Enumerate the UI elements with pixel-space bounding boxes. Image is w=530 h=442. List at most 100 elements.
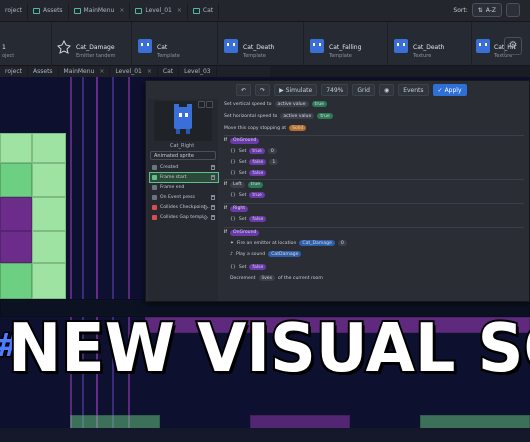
value-pill[interactable]: false: [249, 216, 267, 222]
value-pill[interactable]: false: [249, 264, 267, 270]
trash-icon[interactable]: [211, 165, 215, 170]
tab-label: Assets: [43, 7, 63, 14]
value-pill[interactable]: 0: [267, 148, 277, 154]
event-list: Created Frame start Frame end On Event p…: [149, 163, 219, 223]
value-pill[interactable]: Solid: [289, 125, 307, 131]
condition-pill[interactable]: OnGround: [229, 137, 260, 144]
if-block[interactable]: If Right: [224, 203, 524, 213]
simulate-button[interactable]: ▶ Simulate: [274, 84, 318, 96]
event-item-key-press[interactable]: On Event press: [150, 193, 218, 202]
asset-card[interactable]: Cat_Damage Emitter tandem: [52, 22, 132, 66]
if-block[interactable]: If Left true: [224, 179, 524, 189]
condition-pill[interactable]: OnGround: [229, 229, 260, 236]
asset-card[interactable]: Cat_Death Template: [218, 22, 304, 66]
grid-view-icon[interactable]: [506, 3, 520, 17]
value-pill[interactable]: true: [249, 192, 265, 198]
events-button[interactable]: Events: [398, 84, 429, 96]
tab-assets[interactable]: Assets: [28, 2, 69, 19]
tab-level01[interactable]: Level_01 ×: [130, 2, 188, 19]
action-row[interactable]: Decrement lives of the current room: [230, 273, 323, 283]
tab-mainmenu[interactable]: MainMenu ×: [59, 66, 111, 77]
value-pill[interactable]: active value: [274, 101, 309, 107]
grid-button[interactable]: Grid: [352, 84, 375, 96]
action-row[interactable]: {} Set true: [230, 190, 265, 200]
delete-icon[interactable]: [206, 101, 213, 108]
value-pill[interactable]: 0: [337, 240, 347, 246]
asset-card[interactable]: 1 oject: [0, 22, 52, 66]
action-row[interactable]: {} Set false: [230, 214, 267, 224]
animation-select[interactable]: Animated sprite: [150, 151, 216, 160]
bottom-strip: [0, 428, 530, 442]
asset-card[interactable]: Cat Template: [132, 22, 218, 66]
editor-toolbar: ↶ ↷ ▶ Simulate 749% Grid ◉ Events ✓ Apply: [236, 84, 467, 96]
asset-card[interactable]: Cat_Falling Template: [304, 22, 388, 66]
edit-icon[interactable]: [198, 101, 205, 108]
action-row[interactable]: {} Set true 0: [230, 146, 277, 156]
redo-button[interactable]: ↷: [255, 84, 271, 96]
close-icon[interactable]: ×: [147, 68, 152, 75]
close-icon[interactable]: ×: [99, 68, 104, 75]
action-row[interactable]: Set vertical speed to active value true: [224, 99, 327, 109]
trash-icon[interactable]: [211, 195, 215, 200]
ground-tile: [32, 263, 66, 299]
if-block[interactable]: If OnGround: [224, 227, 524, 237]
value-pill[interactable]: active value: [280, 113, 315, 119]
tab-assets[interactable]: Assets: [28, 66, 59, 77]
event-item-collides-checkpoint[interactable]: Collides Checkpoint...: [150, 203, 218, 212]
value-pill[interactable]: 1: [269, 159, 279, 165]
close-icon[interactable]: ×: [177, 7, 182, 14]
action-row[interactable]: {} Set false 1: [230, 157, 279, 167]
close-icon[interactable]: ×: [119, 7, 124, 14]
action-row[interactable]: ♪ Play a sound CatDamage: [230, 249, 302, 259]
undo-button[interactable]: ↶: [236, 84, 252, 96]
value-pill[interactable]: true: [317, 113, 333, 119]
event-item-frame-start[interactable]: Frame start: [149, 172, 219, 183]
action-row[interactable]: ✦ Fire an emitter at location Cat_Damage 0: [230, 238, 347, 248]
trash-icon[interactable]: [211, 215, 215, 220]
trash-icon[interactable]: [211, 175, 215, 180]
apply-button[interactable]: ✓ Apply: [432, 84, 467, 96]
sort-control: Sort: ⇅ A-Z: [453, 3, 520, 17]
value-pill[interactable]: true: [311, 101, 327, 107]
value-pill[interactable]: CatDamage: [268, 251, 302, 257]
zoom-field[interactable]: 749%: [321, 84, 349, 96]
if-block[interactable]: If OnGround: [224, 135, 524, 145]
asset-name: Cat_Death: [413, 44, 445, 51]
action-row[interactable]: Set horizontal speed to active value true: [224, 111, 333, 121]
action-row[interactable]: Move this copy stopping at Solid: [224, 123, 307, 133]
trash-icon[interactable]: [211, 205, 215, 210]
tab-cat[interactable]: Cat: [158, 66, 180, 77]
value-pill[interactable]: true: [247, 181, 264, 188]
braces-icon: {}: [230, 192, 236, 198]
asset-card[interactable]: Cat_Death Texture: [388, 22, 472, 66]
condition-pill[interactable]: Right: [229, 205, 249, 212]
scene-stripe: [128, 77, 130, 442]
event-item-created[interactable]: Created: [150, 163, 218, 172]
value-pill[interactable]: false: [249, 170, 267, 176]
value-pill[interactable]: false: [249, 159, 267, 165]
value-pill[interactable]: true: [249, 148, 265, 154]
object-panel: Cat_Right Animated sprite Created Frame …: [148, 99, 219, 301]
value-pill[interactable]: Cat_Damage: [299, 240, 335, 246]
tab-project[interactable]: roject: [0, 2, 29, 19]
settings-icon[interactable]: ⚙: [504, 37, 522, 55]
sort-select[interactable]: ⇅ A-Z: [471, 3, 502, 17]
action-list: Set vertical speed to active value true Se…: [224, 99, 524, 301]
tab-label: roject: [5, 7, 23, 14]
action-row[interactable]: {} Set false: [230, 262, 267, 272]
action-row[interactable]: {} Set false: [230, 168, 267, 178]
tab-level01[interactable]: Level_01 ×: [110, 66, 158, 77]
ground-tile: [32, 163, 66, 197]
secondary-tab-bar: roject Assets MainMenu × Level_01 × Cat Le…: [0, 66, 270, 77]
tab-level03[interactable]: Level_03: [179, 66, 217, 77]
visibility-button[interactable]: ◉: [378, 84, 395, 96]
tab-cat[interactable]: Cat: [188, 2, 220, 19]
condition-pill[interactable]: Left: [229, 181, 245, 188]
tab-project[interactable]: roject: [0, 66, 29, 77]
asset-type: Texture: [413, 53, 432, 59]
event-item-collides-gap[interactable]: Collides Gap templ...: [150, 213, 218, 222]
event-item-frame-end[interactable]: Frame end: [150, 183, 218, 192]
tab-mainmenu[interactable]: MainMenu ×: [69, 2, 131, 19]
room-icon: [135, 7, 143, 14]
value-pill[interactable]: lives: [258, 275, 276, 281]
